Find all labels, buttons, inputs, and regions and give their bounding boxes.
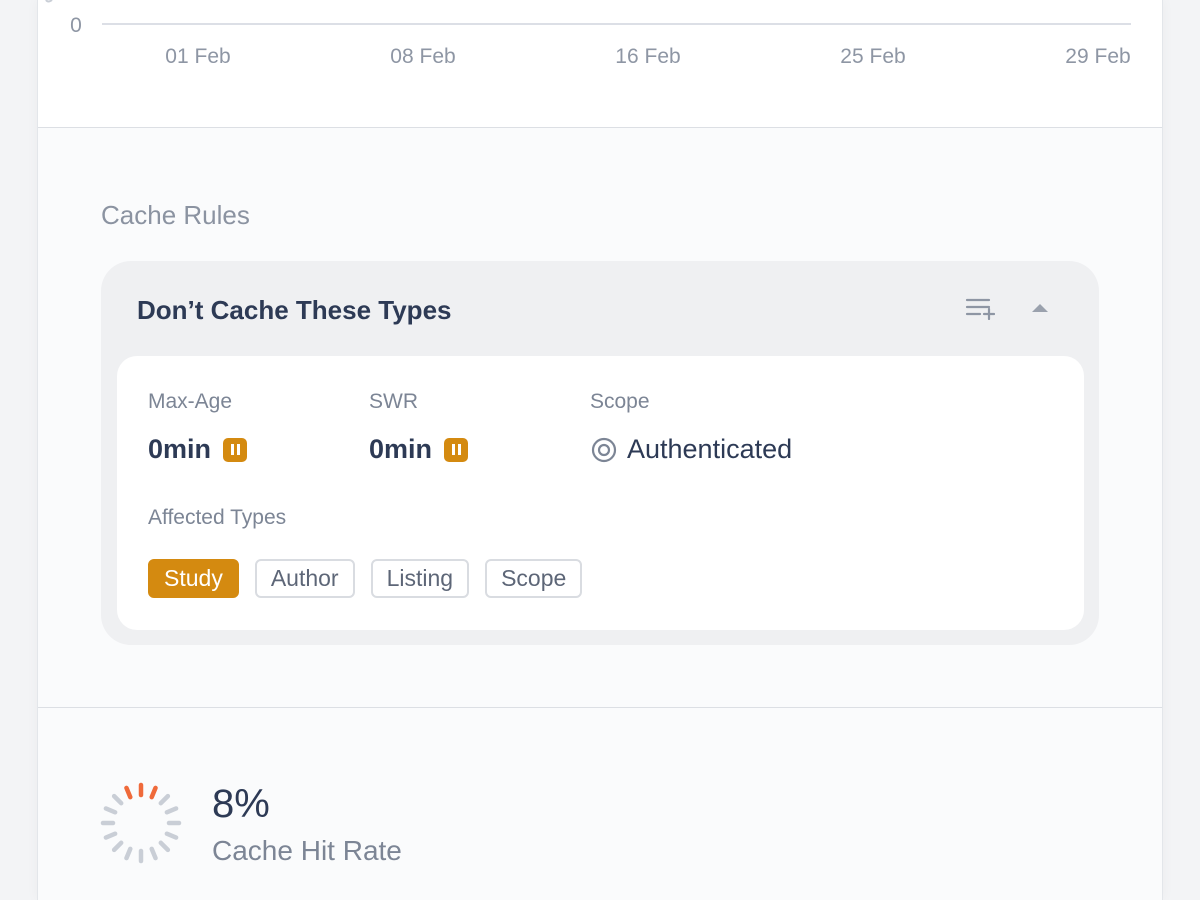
y-tick-label: 0 [70,14,82,37]
cache-rule-card: Don’t Cache These Types Max-Age 0min SWR… [101,261,1099,645]
gauge-segment [164,806,179,815]
affected-types-label: Affected Types [148,506,287,529]
gauge-segment [158,840,171,853]
caret-up-icon[interactable] [1023,291,1057,325]
x-tick-label: 01 Feb [165,45,230,68]
chart-section: 0 01 Feb 08 Feb 16 Feb 25 Feb 29 Feb [38,0,1162,128]
main-panel: 0 01 Feb 08 Feb 16 Feb 25 Feb 29 Feb Cache R… [37,0,1163,900]
gauge-segment [149,785,158,800]
type-tag-scope[interactable]: Scope [485,559,583,598]
gauge-segment [111,793,124,806]
cache-stats-section: 8% Cache Hit Rate [38,708,1162,900]
gauge-segment [164,831,179,840]
cache-rules-section: Cache Rules Don’t Cache These Types Max-… [38,128,1162,708]
type-tag-author[interactable]: Author [254,559,355,598]
type-tag-listing[interactable]: Listing [370,559,470,598]
traffic-chart: 0 01 Feb 08 Feb 16 Feb 25 Feb 29 Feb [45,0,1131,68]
gauge-segment [149,846,158,861]
x-tick-label: 08 Feb [390,45,455,68]
cache-hit-rate-value: 8% [212,782,270,826]
gauge-segment [103,831,118,840]
x-tick-label: 25 Feb [840,45,905,68]
cache-hit-rate-label: Cache Hit Rate [212,835,402,866]
y-axis-ticks: 0 [70,14,82,37]
max-age-value-text: 0min [148,434,212,464]
rule-details: Max-Age 0min SWR 0min Scope Authenticate… [117,356,1084,630]
x-tick-label: 29 Feb [1065,45,1130,68]
list-add-icon[interactable] [963,291,997,325]
scope-value: Authenticated [591,434,792,465]
swr-label: SWR [369,390,418,413]
gauge-segment [103,806,118,815]
pause-icon[interactable] [444,437,469,462]
x-axis-ticks: 01 Feb 08 Feb 16 Feb 25 Feb 29 Feb [165,45,1130,68]
gauge-segment [124,846,133,861]
rule-title: Don’t Cache These Types [137,295,452,325]
gauge-segment [158,793,171,806]
pause-icon[interactable] [223,437,248,462]
chart-line-fragment [45,0,53,3]
max-age-value: 0min [148,434,248,465]
max-age-label: Max-Age [148,390,233,413]
gauge-segment [124,785,133,800]
type-tag-study[interactable]: Study [148,559,239,598]
scope-value-text: Authenticated [627,434,793,464]
cache-hit-rate-gauge [100,782,182,864]
x-tick-label: 16 Feb [615,45,680,68]
swr-value: 0min [369,434,469,465]
gauge-segment [111,840,124,853]
swr-value-text: 0min [369,434,433,464]
target-icon [591,437,617,462]
scope-label: Scope [590,390,650,413]
section-title: Cache Rules [101,200,250,230]
affected-types-list: Study Author Listing Scope [148,559,583,598]
